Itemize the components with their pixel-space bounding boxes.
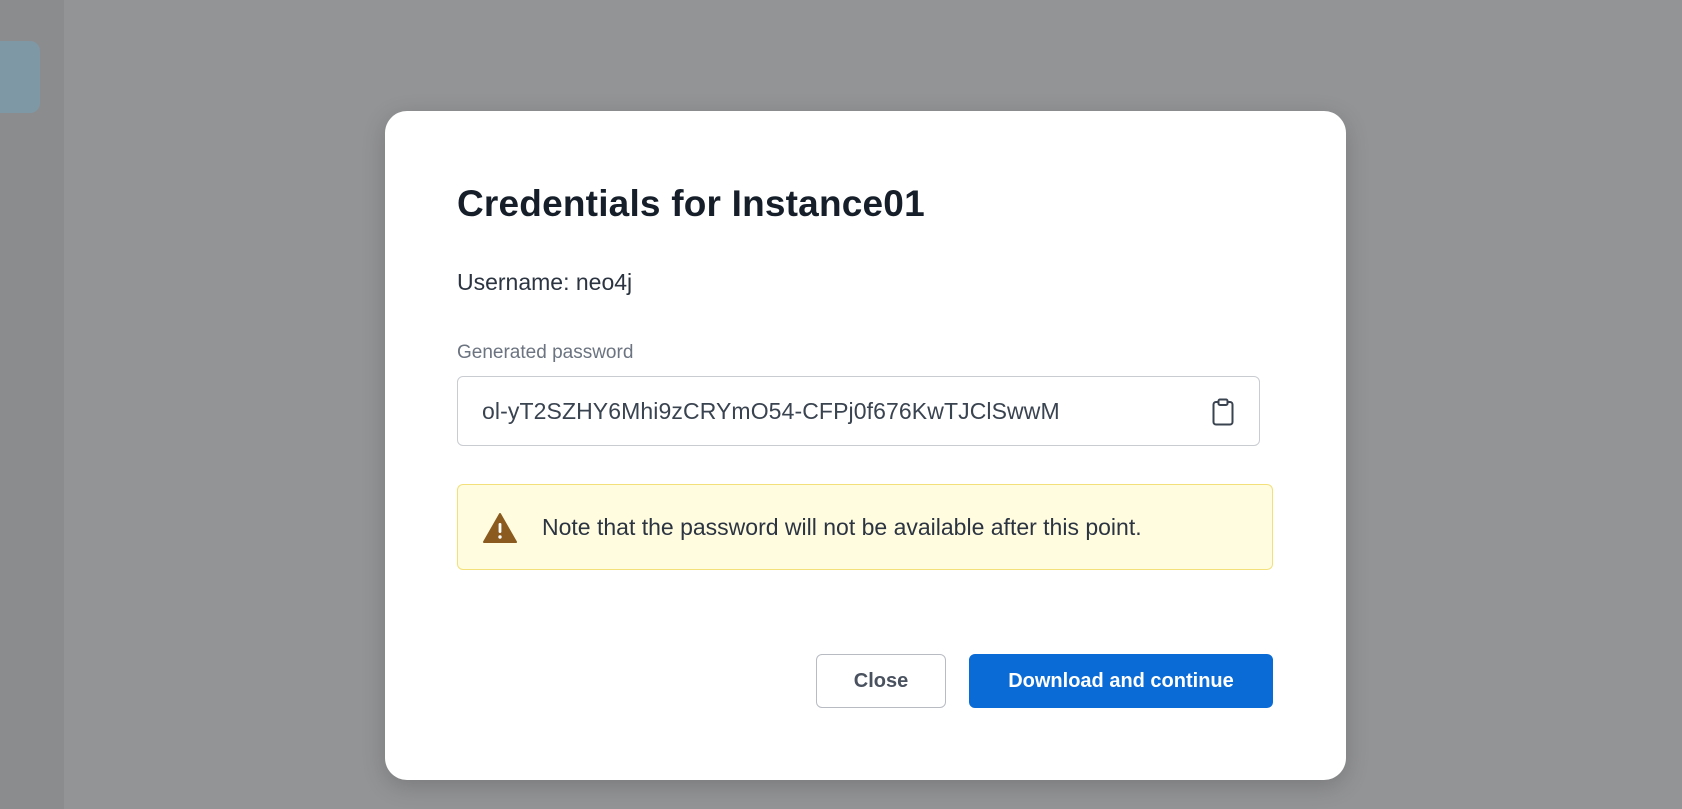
credentials-dialog: Credentials for Instance01 Username: neo… (385, 111, 1346, 780)
password-field: ol-yT2SZHY6Mhi9zCRYmO54-CFPj0f676KwTJClS… (457, 376, 1260, 446)
warning-triangle-icon (483, 513, 517, 543)
password-warning-banner: Note that the password will not be avail… (457, 484, 1273, 570)
warning-text: Note that the password will not be avail… (542, 514, 1142, 540)
background-sidebar (0, 0, 64, 809)
download-and-continue-button[interactable]: Download and continue (969, 654, 1273, 708)
copy-password-button[interactable] (1207, 396, 1239, 428)
username-text: Username: neo4j (457, 269, 633, 295)
password-value[interactable]: ol-yT2SZHY6Mhi9zCRYmO54-CFPj0f676KwTJClS… (482, 398, 1060, 425)
clipboard-icon (1212, 398, 1234, 426)
close-button[interactable]: Close (816, 654, 946, 708)
dialog-title: Credentials for Instance01 (457, 183, 925, 224)
background-sidebar-active-item (0, 41, 40, 113)
password-label: Generated password (457, 342, 634, 363)
